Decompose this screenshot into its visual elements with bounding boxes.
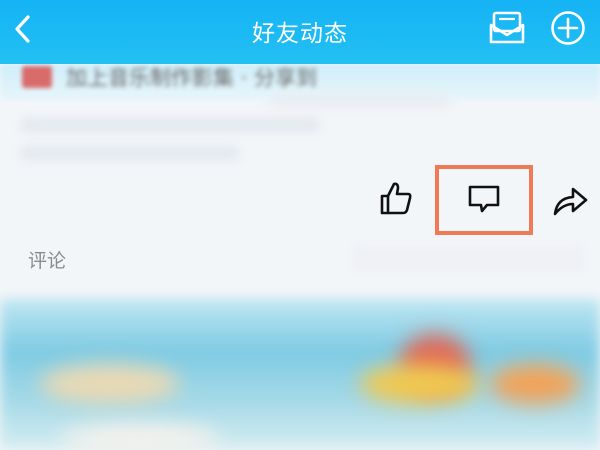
comments-section-header: 评论	[0, 240, 600, 276]
post-snippet: 加上音乐制作影集 · 分享到	[66, 66, 318, 90]
comment-bubble-icon	[466, 184, 502, 218]
back-button[interactable]	[8, 10, 38, 52]
video-thumbnail	[22, 66, 52, 88]
blurred-figure	[60, 424, 220, 450]
blurred-figure	[490, 364, 580, 404]
blurred-text-line	[20, 146, 240, 160]
blurred-figure	[40, 364, 180, 404]
comment-button[interactable]	[459, 180, 509, 222]
mail-button[interactable]	[485, 10, 529, 50]
blurred-text-line	[270, 94, 450, 108]
plus-circle-icon	[550, 10, 586, 50]
top-bar: 好友动态	[0, 0, 600, 64]
comments-divider	[352, 246, 584, 272]
chevron-left-icon	[13, 13, 33, 49]
blurred-figure	[360, 364, 480, 404]
add-button[interactable]	[546, 10, 590, 50]
blurred-text-line	[20, 118, 320, 132]
like-button[interactable]	[374, 178, 418, 222]
thumbs-up-icon	[378, 180, 414, 220]
comments-label: 评论	[28, 250, 67, 272]
share-arrow-icon	[551, 183, 589, 221]
envelope-icon	[488, 11, 526, 49]
share-button[interactable]	[548, 180, 592, 224]
